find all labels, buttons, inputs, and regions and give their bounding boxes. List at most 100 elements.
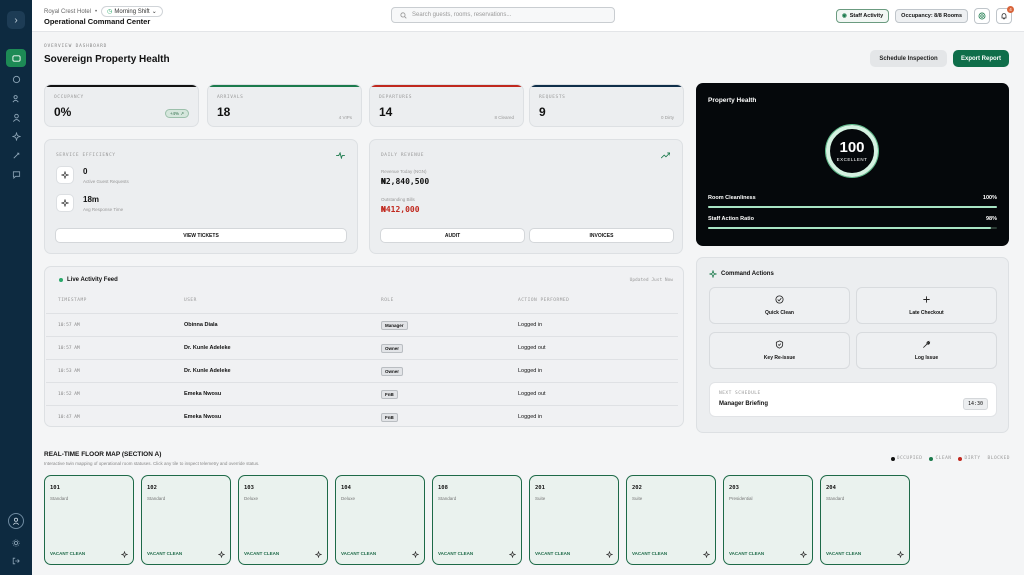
sparkle-icon — [703, 551, 710, 558]
chevron-down-icon: ⌄ — [151, 9, 157, 15]
table-row[interactable]: 10:57 AM Obinna Diala Manager Logged in — [46, 313, 678, 336]
outstanding-bills-label: Outstanding Bills — [381, 197, 415, 202]
room-tile-204[interactable]: 204 Standard VACANT CLEAN — [820, 475, 910, 565]
sidebar-item-staff[interactable] — [6, 110, 26, 124]
sparkle-icon — [121, 551, 128, 558]
clock-icon: ◷ — [107, 9, 113, 15]
next-schedule-card[interactable]: NEXT SCHEDULE Manager Briefing 14:30 — [709, 382, 997, 417]
room-tile-104[interactable]: 104 Deluxe VACANT CLEAN — [335, 475, 425, 565]
revenue-today-label: Revenue Today (NGN) — [381, 169, 427, 174]
legend-blocked: BLOCKED — [988, 456, 1010, 461]
stat-card-departures[interactable]: DEPARTURES 14 8 Cleared — [369, 84, 524, 127]
trend-up-icon: ↗ — [180, 110, 184, 116]
stat-sub: 4 VIPs — [338, 115, 352, 120]
stat-accent-bar — [370, 85, 523, 87]
breadcrumb-separator: • — [95, 8, 98, 15]
staff-activity-button[interactable]: ◉ Staff Activity — [835, 9, 890, 23]
user-avatar[interactable] — [8, 513, 24, 529]
activity-feed-panel: Live Activity Feed Updated Just Now TIME… — [44, 266, 684, 427]
room-tile-103[interactable]: 103 Deluxe VACANT CLEAN — [238, 475, 328, 565]
panel-label: DAILY REVENUE — [381, 153, 425, 158]
floor-map-legend: OCCUPIED CLEAN DIRTY BLOCKED — [890, 456, 1010, 461]
room-status: VACANT CLEAN — [729, 551, 765, 556]
column-header: ACTION PERFORMED — [518, 298, 570, 303]
metric-label: Room Cleanliness — [708, 195, 756, 201]
schedule-inspection-button[interactable]: Schedule Inspection — [870, 50, 947, 67]
feed-updated: Updated Just Now — [629, 278, 673, 283]
help-button[interactable] — [974, 8, 990, 24]
wrench-icon — [12, 151, 20, 159]
room-tile-201[interactable]: 201 Suite VACANT CLEAN — [529, 475, 619, 565]
log-issue-button[interactable]: Log Issue — [856, 332, 997, 369]
room-tile-101[interactable]: 101 Standard VACANT CLEAN — [44, 475, 134, 565]
column-header: ROLE — [381, 298, 394, 303]
staff-activity-label: Staff Activity — [849, 13, 884, 19]
stat-label: OCCUPANCY — [54, 95, 84, 100]
room-number: 204 — [826, 485, 836, 491]
table-row[interactable]: 10:47 AM Emeka Nwosu FnB Logged in — [46, 405, 678, 428]
table-row[interactable]: 10:52 AM Emeka Nwosu FnB Logged out — [46, 382, 678, 405]
response-time-label: Avg Response Time — [83, 207, 124, 212]
sparkle-icon — [412, 551, 419, 558]
legend-dot — [890, 456, 895, 461]
sidebar-item-rooms[interactable] — [6, 72, 26, 86]
stat-delta-badge: +4% ↗ — [164, 109, 189, 118]
room-tile-203[interactable]: 203 Presidential VACANT CLEAN — [723, 475, 813, 565]
view-tickets-button[interactable]: VIEW TICKETS — [55, 228, 347, 243]
search-input[interactable]: Search guests, rooms, reservations... — [391, 7, 615, 23]
sidebar-item-maintenance[interactable] — [6, 148, 26, 162]
active-requests-label: Active Guest Requests — [83, 179, 129, 184]
stat-sub: 8 Cleared — [494, 115, 514, 120]
service-efficiency-panel: SERVICE EFFICIENCY 0 Active Guest Reques… — [44, 139, 358, 254]
audit-button[interactable]: AUDIT — [380, 228, 525, 243]
row-time: 10:47 AM — [58, 415, 80, 420]
room-tile-102[interactable]: 102 Standard VACANT CLEAN — [141, 475, 231, 565]
export-report-button[interactable]: Export Report — [953, 50, 1009, 67]
header-actions: ◉ Staff Activity Occupancy: 8/8 Rooms 4 — [835, 6, 1014, 24]
metric-fill — [708, 206, 997, 208]
stat-card-arrivals[interactable]: ARRIVALS 18 4 VIPs — [207, 84, 362, 127]
row-role-badge: FnB — [381, 413, 398, 422]
logout-icon[interactable] — [12, 557, 20, 565]
sidebar-item-messages[interactable] — [6, 167, 26, 181]
action-label: Log Issue — [914, 355, 939, 361]
room-status: VACANT CLEAN — [826, 551, 862, 556]
occupancy-pill[interactable]: Occupancy: 8/8 Rooms — [895, 9, 968, 23]
sidebar-item-guests[interactable] — [6, 91, 26, 105]
sidebar-item-housekeeping[interactable] — [6, 129, 26, 143]
hotel-breadcrumb: Royal Crest Hotel • ◷ Morning Shift ⌄ — [44, 6, 163, 17]
app-title: Operational Command Center — [44, 17, 151, 26]
late-checkout-button[interactable]: Late Checkout — [856, 287, 997, 324]
next-schedule-time: 14:30 — [962, 398, 988, 410]
legend-occupied: OCCUPIED — [890, 456, 923, 461]
stat-accent-bar — [45, 85, 198, 87]
room-tile-108[interactable]: 108 Standard VACANT CLEAN — [432, 475, 522, 565]
room-tile-202[interactable]: 202 Suite VACANT CLEAN — [626, 475, 716, 565]
response-icon-box — [56, 194, 74, 212]
row-action: Logged in — [518, 322, 543, 328]
shift-label: Morning Shift — [114, 8, 150, 15]
quick-clean-button[interactable]: Quick Clean — [709, 287, 850, 324]
command-actions-panel: Command Actions Quick Clean Late Checkou… — [696, 257, 1009, 433]
room-type: Standard — [50, 496, 69, 501]
stat-card-requests[interactable]: REQUESTS 9 0 Dirty — [529, 84, 684, 127]
settings-icon[interactable] — [12, 539, 20, 547]
panel-title-text: Command Actions — [721, 271, 774, 277]
room-type: Standard — [826, 496, 845, 501]
table-row[interactable]: 10:57 AM Dr. Kunle Adeleke Owner Logged … — [46, 336, 678, 359]
sidebar-item-dashboard[interactable] — [6, 49, 26, 67]
table-row[interactable]: 10:53 AM Dr. Kunle Adeleke Owner Logged … — [46, 359, 678, 382]
check-circle-icon — [775, 295, 784, 304]
activity-icon — [336, 152, 345, 159]
room-number: 202 — [632, 485, 642, 491]
column-header: TIMESTAMP — [58, 298, 87, 303]
stat-card-occupancy[interactable]: OCCUPANCY 0% +4% ↗ — [44, 84, 199, 127]
sidebar-toggle-button[interactable]: › — [7, 11, 25, 29]
invoices-button[interactable]: INVOICES — [529, 228, 674, 243]
row-time: 10:53 AM — [58, 369, 80, 374]
row-user: Dr. Kunle Adeleke — [184, 345, 231, 351]
notifications-button[interactable]: 4 — [996, 6, 1014, 24]
shift-selector[interactable]: ◷ Morning Shift ⌄ — [101, 6, 163, 17]
key-reissue-button[interactable]: Key Re-issue — [709, 332, 850, 369]
panel-label: SERVICE EFFICIENCY — [56, 153, 116, 158]
